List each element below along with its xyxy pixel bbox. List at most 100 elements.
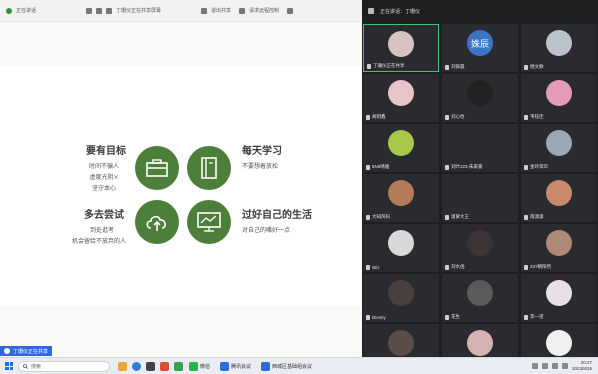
mic-icon xyxy=(366,164,370,170)
participant-name-row: 丁珊仪正在共享 xyxy=(367,63,405,69)
participant-tile[interactable]: 金玲萍华 xyxy=(521,124,597,172)
battery-icon[interactable] xyxy=(561,363,568,369)
screen-icon[interactable] xyxy=(106,7,113,14)
goal-line-2: 虚度光阴× xyxy=(89,174,119,181)
clock-date: 2023/8/26 xyxy=(571,366,592,371)
goal-line-3: 坚守本心 xyxy=(91,185,116,192)
gallery-header: 正在讲话：丁珊仪 xyxy=(362,0,598,22)
wifi-icon[interactable] xyxy=(541,363,548,369)
try-line-1: 到处逛考 xyxy=(89,227,114,234)
participant-name-row: 刘叶223-朱家豪 xyxy=(445,164,483,170)
participant-name: 5N6晴雅 xyxy=(372,164,390,169)
participant-name: 杨文静 xyxy=(530,64,544,69)
avatar xyxy=(546,30,572,56)
remote-control-button[interactable]: 请求远程控制 xyxy=(249,7,279,14)
participant-tile[interactable]: 23?朝阳然 xyxy=(521,224,597,272)
study-line-1: 不要想着放松 xyxy=(242,163,279,170)
app-icon[interactable] xyxy=(174,361,183,371)
participant-tile[interactable]: 丁珊仪正在共享 xyxy=(363,24,439,72)
participant-tile[interactable]: 大知风码 xyxy=(363,174,439,222)
avatar xyxy=(467,130,493,156)
participant-name: 金玲萍华 xyxy=(530,164,548,169)
participant-tile[interactable]: 刘心怡 xyxy=(442,74,518,122)
sharer-indicator[interactable]: 丁珊仪正在共享 xyxy=(0,346,53,356)
participant-name: 雨潇潇 xyxy=(530,214,544,219)
meeting-window-label: 西城区基础组会议 xyxy=(272,363,313,370)
mic-icon xyxy=(445,314,449,320)
participant-name: 李一诺 xyxy=(530,314,544,319)
study-block: 每天学习 不要想着放松 xyxy=(242,142,282,172)
goal-block: 要有目标 时间不骗人 虚度光阴× 坚守本心 xyxy=(82,142,126,194)
taskbar-app-tencent-meeting[interactable]: 腾讯会议 xyxy=(220,361,251,371)
exit-share-button[interactable]: 退出共享 xyxy=(211,7,231,14)
participant-name-row: 韦钰佳 xyxy=(524,114,544,120)
participant-name: 潇萝大王 xyxy=(451,214,469,219)
participant-tile[interactable]: 潇萝大王 xyxy=(442,174,518,222)
chrome-icon[interactable] xyxy=(160,361,169,371)
avatar xyxy=(546,230,572,256)
avatar: 姝辰 xyxy=(467,30,493,56)
clock[interactable]: 20:27 2023/8/26 xyxy=(572,360,592,372)
participant-tile[interactable]: 杨文静 xyxy=(521,24,597,72)
participant-tile[interactable]: Dienity xyxy=(363,274,439,322)
avatar xyxy=(388,80,414,106)
mic-icon xyxy=(445,164,449,170)
try-block: 多去尝试 到处逛考 机会留给不放弃的人 xyxy=(58,206,126,247)
speaker-icon xyxy=(368,8,374,14)
meeting-window-icon xyxy=(261,361,271,371)
monitor-circle xyxy=(187,200,231,244)
study-heading: 每天学习 xyxy=(242,146,282,157)
mic-icon xyxy=(366,315,370,320)
participant-name-row: Dienity xyxy=(366,315,386,320)
mic-icon xyxy=(445,264,449,270)
avatar xyxy=(388,130,414,156)
edge-icon[interactable] xyxy=(132,361,141,371)
participant-name-row: 潇萝大王 xyxy=(445,214,469,220)
participant-tile[interactable]: 雨潇潇 xyxy=(521,174,597,222)
participant-tile[interactable]: 花生 xyxy=(442,274,518,322)
avatar xyxy=(467,230,493,256)
copy-icon[interactable] xyxy=(96,7,103,14)
mic-icon xyxy=(445,64,449,70)
participant-tile[interactable]: 胡玥鑫 xyxy=(363,74,439,122)
avatar xyxy=(546,330,572,356)
shared-screen-panel: 正在讲话 丁珊仪正在共享屏幕 退出共享 请求远程控制 要有目标 时间不骗人 虚度… xyxy=(0,0,362,357)
avatar xyxy=(388,31,414,57)
participant-tile[interactable]: 韦钰佳 xyxy=(521,74,597,122)
participant-tile[interactable]: 李一诺 xyxy=(521,274,597,322)
folder-icon[interactable] xyxy=(118,361,127,371)
monitor-chart-icon xyxy=(197,212,221,232)
participant-tile[interactable]: 姝辰刘舜晨 xyxy=(442,24,518,72)
participant-name: 丁珊仪正在共享 xyxy=(373,63,405,68)
search-placeholder: 搜索 xyxy=(31,363,42,370)
participant-name-row: 5N6晴雅 xyxy=(366,164,389,170)
mic-icon xyxy=(366,114,370,120)
taskbar-search[interactable]: 搜索 xyxy=(18,360,110,372)
taskbar-app-meeting-window[interactable]: 西城区基础组会议 xyxy=(261,361,313,371)
avatar xyxy=(546,180,572,206)
avatar xyxy=(388,280,414,306)
briefcase-icon xyxy=(146,159,168,177)
participant-tile[interactable]: 刘水函 xyxy=(442,224,518,272)
chevron-up-icon[interactable] xyxy=(531,363,538,369)
avatar xyxy=(546,130,572,156)
remote-control-icon xyxy=(239,7,246,14)
participant-name-row: 刘舜晨 xyxy=(445,64,465,70)
participant-tile[interactable]: 5N6晴雅 xyxy=(363,124,439,172)
participant-name: 刘舜晨 xyxy=(451,64,465,69)
store-icon[interactable] xyxy=(146,361,155,371)
mic-icon xyxy=(366,265,370,270)
taskbar-app-wechat[interactable]: 微信 xyxy=(189,361,210,371)
participant-name-row: 23?朝阳然 xyxy=(524,264,551,270)
avatar xyxy=(546,80,572,106)
cloud-icon[interactable] xyxy=(86,7,93,14)
volume-icon[interactable] xyxy=(551,363,558,369)
briefcase-circle xyxy=(135,146,179,190)
participant-name-row: 雨潇潇 xyxy=(524,214,544,220)
mic-icon xyxy=(366,214,370,220)
start-button[interactable] xyxy=(5,362,13,370)
participant-tile[interactable]: Wiz xyxy=(363,224,439,272)
participant-tile[interactable]: 刘叶223-朱家豪 xyxy=(442,124,518,172)
more-icon[interactable] xyxy=(287,7,294,14)
participant-name-row: 李一诺 xyxy=(524,314,544,320)
